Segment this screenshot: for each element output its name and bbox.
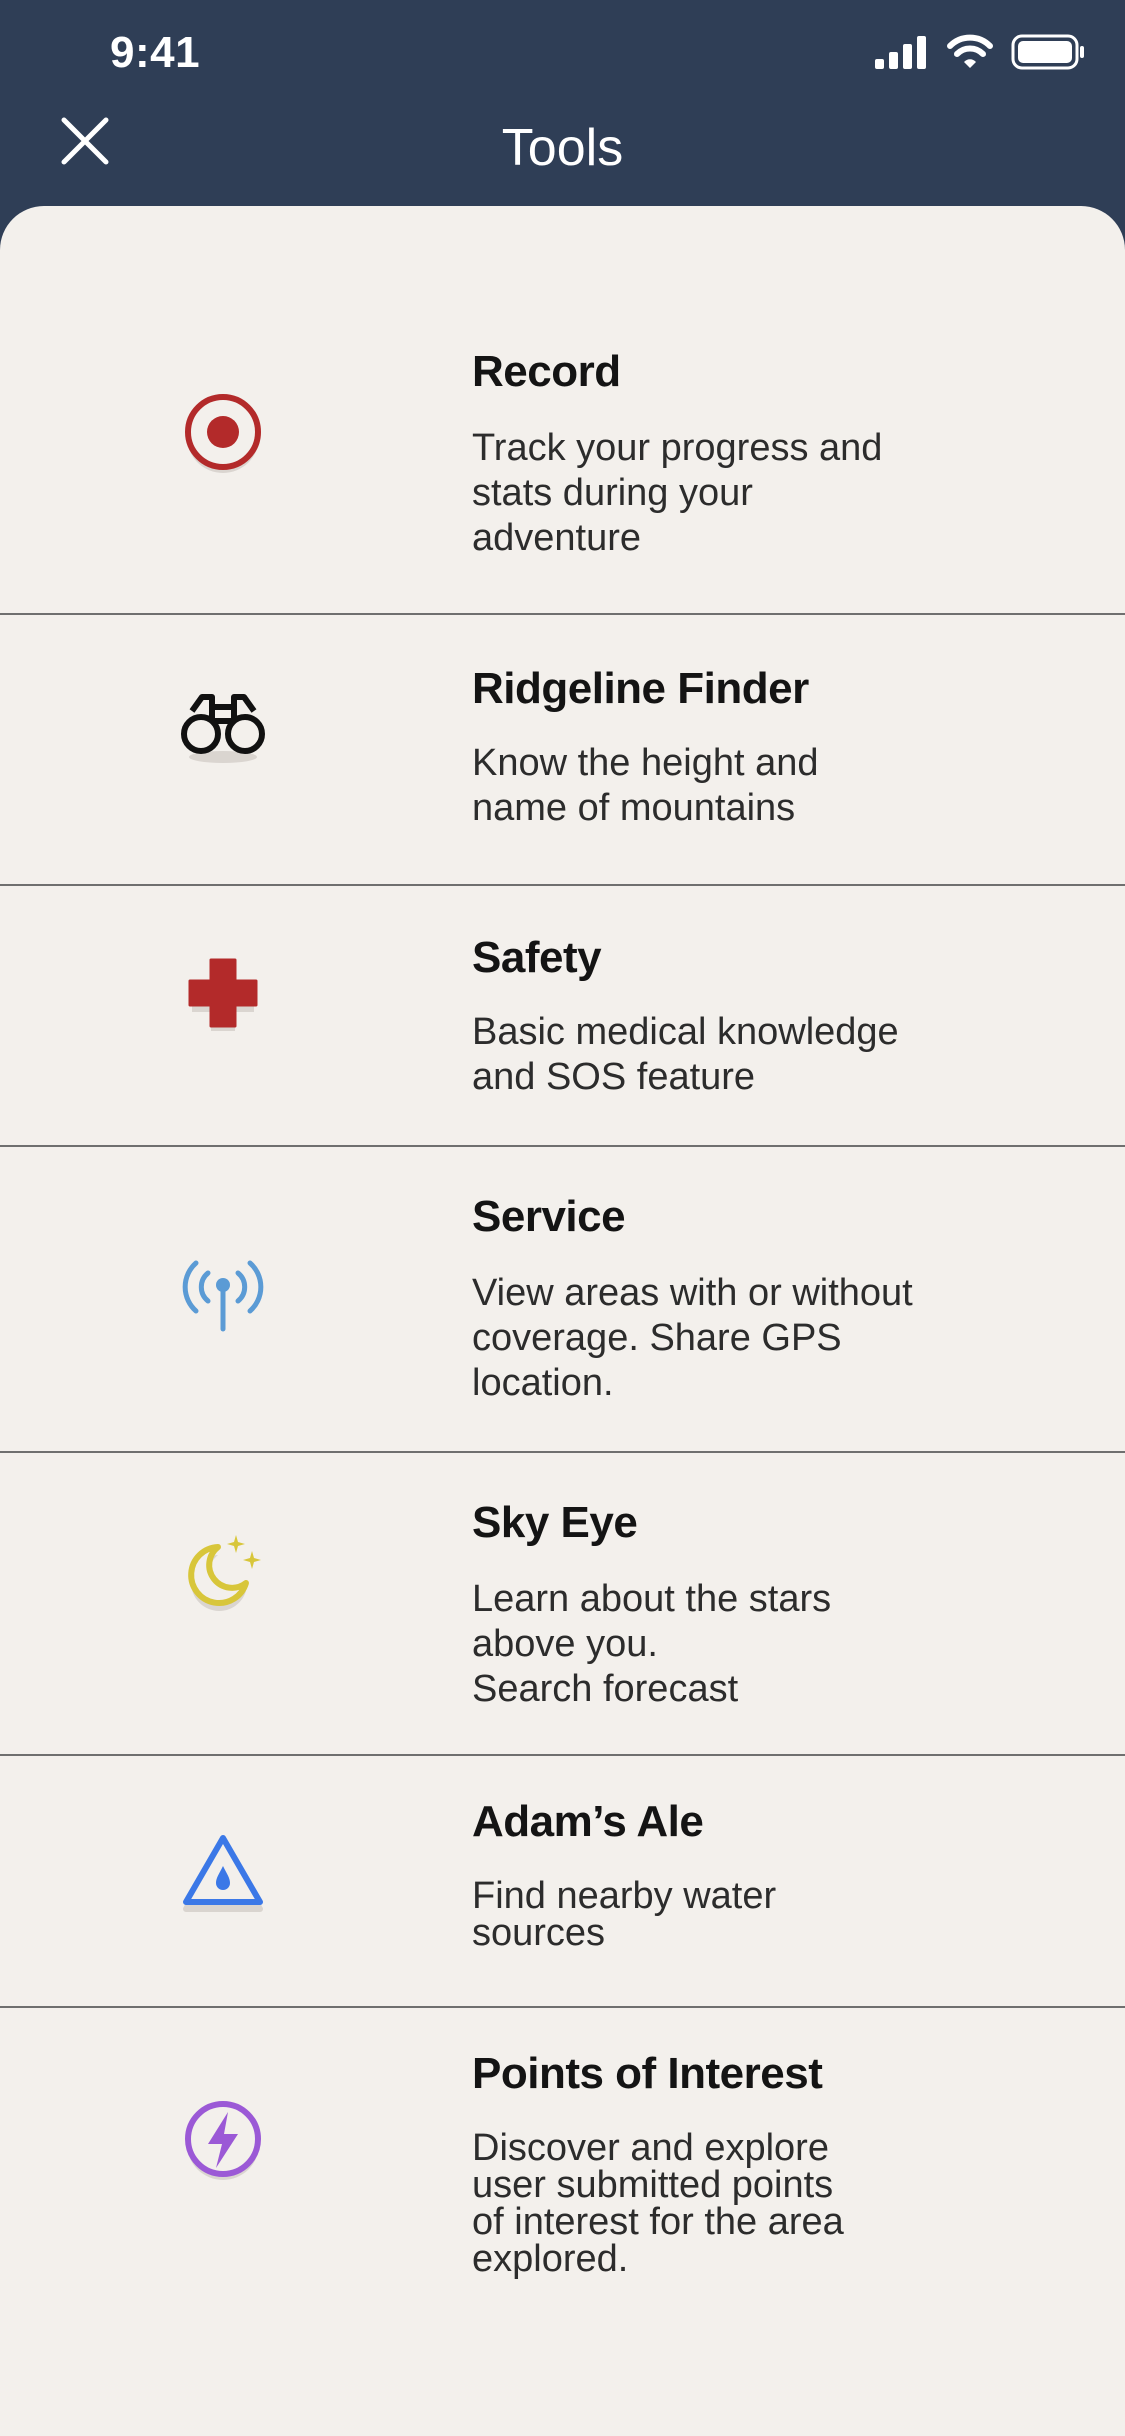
battery-icon xyxy=(1011,34,1085,75)
water-drop-triangle-icon xyxy=(178,1828,268,1918)
tool-title: Sky Eye xyxy=(472,1498,638,1547)
tool-title: Service xyxy=(472,1192,626,1241)
antenna-signal-icon xyxy=(178,1245,268,1335)
page-title: Tools xyxy=(501,119,624,177)
tool-text: Record Track your progress and stats dur… xyxy=(472,346,992,561)
wifi-icon xyxy=(947,34,993,75)
record-icon xyxy=(178,388,268,478)
tool-description: Discover and explore user submitted poin… xyxy=(472,2127,844,2280)
moon-stars-icon xyxy=(178,1525,268,1615)
tool-text: Adam’s Ale Find nearby water sources xyxy=(472,1796,992,1952)
tool-item-safety[interactable]: Safety Basic medical knowledge and SOS f… xyxy=(0,886,1125,1147)
tool-text: Service View areas with or without cover… xyxy=(472,1191,992,1406)
status-time: 9:41 xyxy=(110,28,201,77)
lightning-bolt-icon xyxy=(178,2094,268,2184)
tool-item-service[interactable]: Service View areas with or without cover… xyxy=(0,1147,1125,1453)
medical-cross-icon xyxy=(178,950,268,1040)
status-icons xyxy=(875,32,1085,76)
tool-item-adams-ale[interactable]: Adam’s Ale Find nearby water sources xyxy=(0,1756,1125,2008)
tool-text: Ridgeline Finder Know the height and nam… xyxy=(472,663,992,831)
binoculars-icon xyxy=(178,679,268,769)
status-bar: 9:41 xyxy=(0,0,1125,110)
navigation-bar: Tools xyxy=(0,110,1125,210)
tools-list: Record Track your progress and stats dur… xyxy=(0,206,1125,2436)
tool-item-sky-eye[interactable]: Sky Eye Learn about the stars above you.… xyxy=(0,1453,1125,1756)
tool-text: Safety Basic medical knowledge and SOS f… xyxy=(472,932,992,1100)
tool-text: Sky Eye Learn about the stars above you.… xyxy=(472,1497,992,1712)
tool-description: Learn about the stars above you. Search … xyxy=(472,1578,832,1710)
tool-title: Record xyxy=(472,347,621,396)
tools-screen: 9:41 Tools Record Track your progress an… xyxy=(0,0,1125,2436)
tool-item-record[interactable]: Record Track your progress and stats dur… xyxy=(0,206,1125,615)
cellular-signal-icon xyxy=(875,35,929,74)
tool-item-points-of-interest[interactable]: Points of Interest Discover and explore … xyxy=(0,2008,1125,2436)
tool-text: Points of Interest Discover and explore … xyxy=(472,2048,992,2278)
tool-title: Safety xyxy=(472,933,602,982)
tool-description: Know the height and name of mountains xyxy=(472,742,819,829)
tool-item-ridgeline-finder[interactable]: Ridgeline Finder Know the height and nam… xyxy=(0,615,1125,886)
tool-title: Ridgeline Finder xyxy=(472,664,809,713)
tool-description: Track your progress and stats during you… xyxy=(472,427,883,559)
tool-description: Basic medical knowledge and SOS feature xyxy=(472,1011,899,1098)
tool-description: View areas with or without coverage. Sha… xyxy=(472,1272,913,1404)
tool-title: Points of Interest xyxy=(472,2049,823,2098)
tool-description: Find nearby water sources xyxy=(472,1875,777,1954)
tool-title: Adam’s Ale xyxy=(472,1797,704,1846)
